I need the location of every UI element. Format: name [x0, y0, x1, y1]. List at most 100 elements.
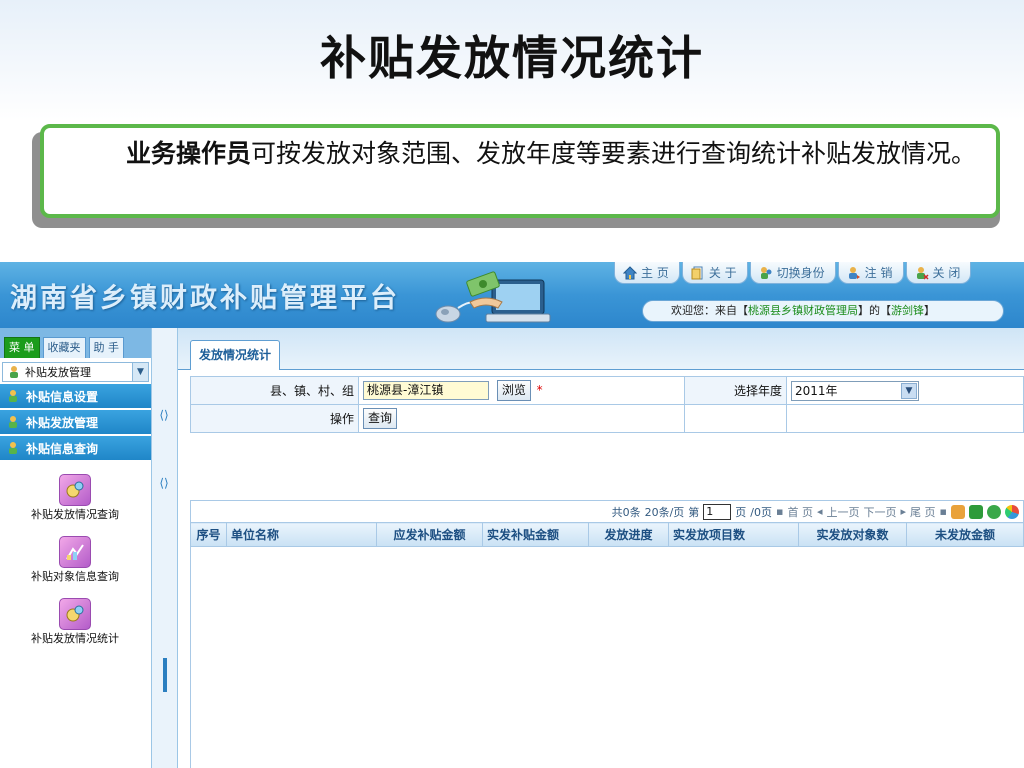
sidebar-module-select[interactable]: 补贴发放管理 ▼: [2, 362, 149, 382]
description-box: 业务操作员可按发放对象范围、发放年度等要素进行查询统计补贴发放情况。: [40, 124, 1000, 218]
welcome-org: 桃源县乡镇财政管理局: [748, 304, 858, 317]
sidebar-entry-recipient-query[interactable]: 补贴对象信息查询: [0, 536, 150, 584]
export-icon[interactable]: [951, 504, 965, 519]
region-input[interactable]: 桃源县-漳江镇: [363, 381, 489, 400]
welcome-suffix: 】: [924, 304, 935, 317]
app-screenshot: 湖南省乡镇财政补贴管理平台 主 页 关 于 切换身份 注 销 关 闭 欢迎您：来…: [0, 262, 1024, 768]
gears-icon: [59, 474, 91, 506]
welcome-bar: 欢迎您：来自【桃源县乡镇财政管理局】的【游剑锋】: [642, 300, 1004, 322]
column-header[interactable]: 实发放项目数: [668, 522, 799, 547]
sidebar-group-label: 补贴信息查询: [26, 441, 99, 456]
refresh-icon[interactable]: [987, 504, 1001, 519]
nav-about-label: 关 于: [708, 266, 737, 280]
column-header[interactable]: 发放进度: [588, 522, 669, 547]
document-icon: [691, 266, 703, 279]
sidebar-entry-payment-statistics[interactable]: 补贴发放情况统计: [0, 598, 150, 646]
sidebar-group-subsidy-settings[interactable]: 补贴信息设置: [0, 384, 151, 408]
nav-switch-identity-button[interactable]: 切换身份: [749, 262, 836, 284]
statistics-table: 序号 单位名称 应发补贴金额 实发补贴金额 发放进度 实发放项目数 实发放对象数…: [190, 522, 1024, 547]
splitter-handle[interactable]: [163, 658, 167, 692]
record-count: 共0条: [611, 505, 641, 519]
column-header[interactable]: 应发补贴金额: [376, 522, 483, 547]
sidebar-entry-label: 补贴发放情况统计: [31, 632, 119, 645]
nav-switch-identity-label: 切换身份: [776, 266, 825, 280]
column-header[interactable]: 序号: [190, 522, 227, 547]
nav-about-button[interactable]: 关 于: [681, 262, 748, 284]
sidebar-tabs: 菜 单 收藏夹 助 手: [0, 328, 151, 358]
person-icon: [9, 416, 17, 428]
main-tab-strip: 发放情况统计: [178, 328, 1024, 370]
chevron-down-icon: ▼: [901, 382, 917, 399]
person-icon: [9, 390, 17, 402]
tab-payment-statistics[interactable]: 发放情况统计: [190, 340, 281, 370]
next-page-link[interactable]: 下一页: [864, 504, 897, 520]
sidebar-splitter[interactable]: ⟨⟩ ⟨⟩: [152, 328, 178, 768]
year-select[interactable]: 2011年 ▼: [791, 380, 919, 401]
sidebar-entry-label: 补贴发放情况查询: [31, 508, 119, 521]
pie-chart-icon[interactable]: [1005, 504, 1019, 519]
sidebar-group-subsidy-payment[interactable]: 补贴发放管理: [0, 410, 151, 434]
sidebar-entry-payment-query[interactable]: 补贴发放情况查询: [0, 474, 150, 522]
excel-icon[interactable]: [969, 504, 983, 519]
slide-title: 补贴发放情况统计: [320, 31, 704, 85]
page-size: 20条/页: [644, 505, 685, 519]
column-header[interactable]: 实发补贴金额: [482, 522, 589, 547]
year-label: 选择年度: [684, 376, 787, 405]
page-prefix: 第: [688, 505, 700, 519]
column-header[interactable]: 实发放对象数: [798, 522, 907, 547]
query-button[interactable]: 查询: [363, 408, 398, 429]
gears-icon: [59, 598, 91, 630]
page-number-input[interactable]: 1: [703, 503, 732, 520]
last-page-icon: ▪: [939, 505, 947, 518]
top-navigation: 主 页 关 于 切换身份 注 销 关 闭: [612, 262, 972, 284]
chart-icon: [59, 536, 91, 568]
collapse-grip-icon[interactable]: ⟨⟩: [156, 476, 172, 490]
person-icon: [9, 442, 17, 454]
sidebar-tab-assistant[interactable]: 助 手: [88, 337, 124, 358]
chevron-down-icon: ▼: [132, 363, 148, 381]
first-page-link[interactable]: 首 页: [787, 504, 813, 520]
column-header[interactable]: 未发放金额: [906, 522, 1024, 547]
year-value: 2011年: [795, 383, 838, 398]
region-label: 县、镇、村、组: [190, 376, 359, 405]
query-form: 县、镇、村、组 桃源县-漳江镇 浏览 * 选择年度 2011年 ▼ 操作 查询: [190, 376, 1024, 433]
nav-home-button[interactable]: 主 页: [614, 262, 680, 284]
sidebar-entry-label: 补贴对象信息查询: [31, 570, 119, 583]
nav-close-button[interactable]: 关 闭: [905, 262, 972, 284]
pagination-bar: 共0条 20条/页 第 1 页 /0页 ▪ 首 页 ◂ 上一页 下一页 ▸ 尾 …: [190, 500, 1024, 522]
first-page-icon: ▪: [776, 505, 784, 518]
money-computer-icon: [435, 271, 551, 323]
description-text: 可按发放对象范围、发放年度等要素进行查询统计补贴发放情况。: [251, 139, 977, 168]
logout-icon: [848, 266, 860, 279]
welcome-prefix: 欢迎您：来自【: [671, 304, 748, 317]
sidebar-tab-favorites[interactable]: 收藏夹: [42, 337, 86, 358]
column-header[interactable]: 单位名称: [226, 522, 377, 547]
nav-home-label: 主 页: [641, 266, 669, 280]
sidebar-select-value: 补贴发放管理: [25, 366, 91, 379]
sidebar-group-subsidy-query[interactable]: 补贴信息查询: [0, 436, 151, 460]
collapse-grip-icon[interactable]: ⟨⟩: [156, 408, 172, 422]
sidebar-group-label: 补贴发放管理: [26, 415, 99, 430]
next-page-icon: ▸: [900, 505, 907, 518]
required-mark: *: [536, 383, 543, 397]
nav-logout-button[interactable]: 注 销: [837, 262, 904, 284]
browse-button[interactable]: 浏览: [496, 380, 531, 401]
nav-logout-label: 注 销: [864, 266, 893, 280]
welcome-mid: 】的【: [858, 304, 891, 317]
prev-page-link[interactable]: 上一页: [827, 504, 860, 520]
sidebar-entries: 补贴发放情况查询 补贴对象信息查询 补贴发放情况统计: [0, 460, 151, 646]
table-header-row: 序号 单位名称 应发补贴金额 实发补贴金额 发放进度 实发放项目数 实发放对象数…: [190, 522, 1024, 547]
switch-user-icon: [760, 266, 772, 279]
home-icon: [623, 265, 637, 279]
sidebar-tab-menu[interactable]: 菜 单: [4, 337, 40, 358]
close-user-icon: [916, 266, 929, 280]
table-body: [190, 546, 1024, 768]
nav-close-label: 关 闭: [932, 266, 961, 280]
app-banner: 湖南省乡镇财政补贴管理平台 主 页 关 于 切换身份 注 销 关 闭 欢迎您：来…: [0, 262, 1024, 328]
page-suffix: 页: [735, 505, 747, 519]
last-page-link[interactable]: 尾 页: [910, 504, 936, 520]
description-role: 业务操作员: [126, 139, 252, 168]
sidebar-group-label: 补贴信息设置: [26, 389, 99, 404]
person-icon: [10, 366, 18, 378]
total-pages: /0页: [750, 505, 772, 519]
